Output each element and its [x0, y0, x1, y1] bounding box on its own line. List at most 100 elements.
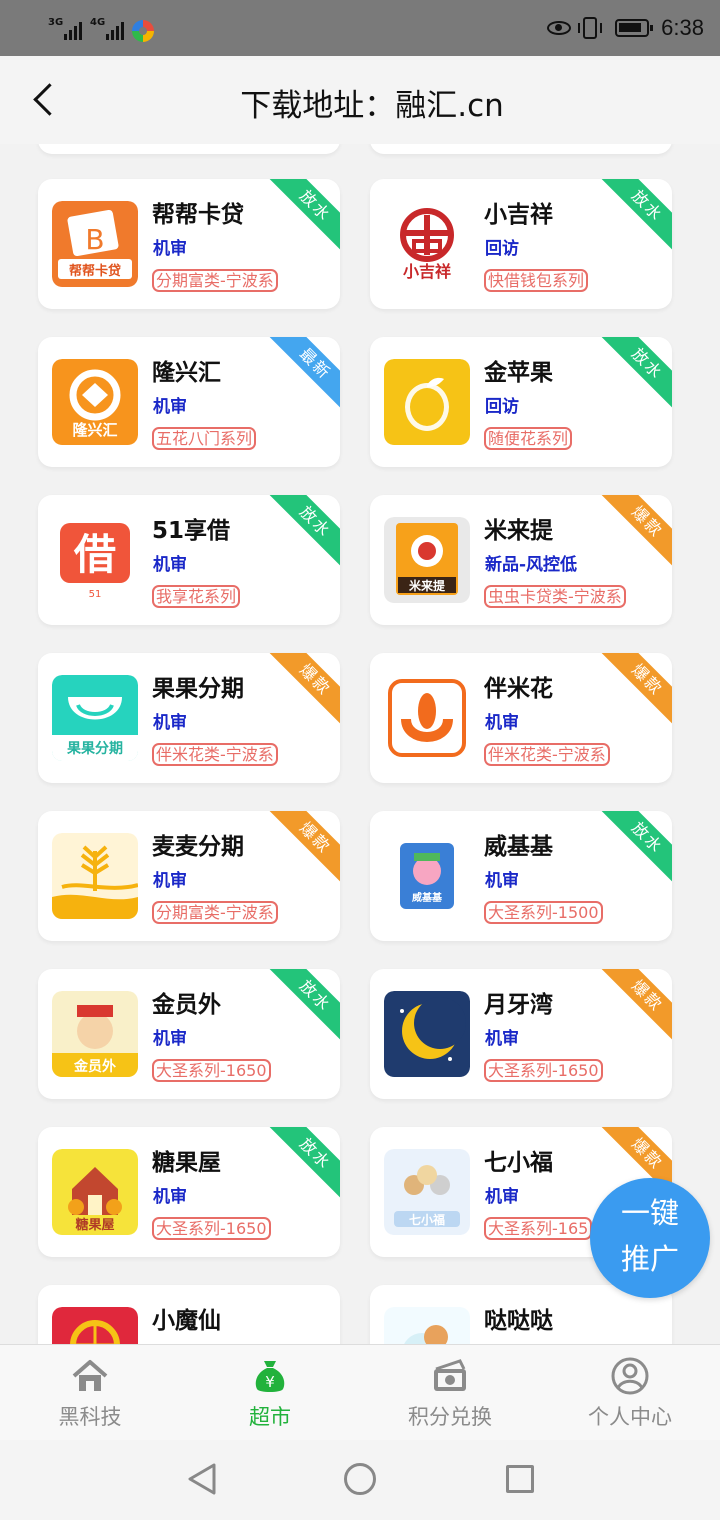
product-card[interactable]: 借 51 51享借 机审 我享花系列 放水	[38, 495, 340, 625]
review-type: 机审	[153, 239, 187, 259]
product-name: 七小福	[484, 1150, 553, 1176]
product-name: 威基基	[484, 834, 553, 860]
nav-recents-icon[interactable]	[506, 1465, 534, 1493]
series-tag: 大圣系列-1650	[152, 1217, 271, 1240]
review-type: 机审	[153, 1187, 187, 1207]
corner-ribbon: 放水	[598, 337, 672, 413]
review-type: 机审	[153, 397, 187, 417]
product-card[interactable]: 金苹果 回访 随便花系列 放水	[370, 337, 672, 467]
series-tag: 随便花系列	[484, 427, 573, 450]
corner-ribbon: 放水	[266, 179, 340, 255]
product-name: 哒哒哒	[484, 1308, 553, 1334]
product-card[interactable]: 伴米花 机审 伴米花类-宁波系 爆款	[370, 653, 672, 783]
product-name: 隆兴汇	[152, 360, 221, 386]
longxinghui-logo-icon: 隆兴汇	[52, 359, 138, 445]
review-type: 机审	[485, 713, 519, 733]
corner-ribbon: 爆款	[266, 653, 340, 729]
golden-apple-logo-icon	[384, 359, 470, 445]
product-card[interactable]: 麦麦分期 机审 分期富类-宁波系 爆款	[38, 811, 340, 941]
corner-ribbon: 爆款	[266, 811, 340, 887]
product-list[interactable]: B 帮帮卡贷 帮帮卡贷 机审 分期富类-宁波系 放水 小吉祥 小吉祥 回访 快借钱包系列 放水 隆兴汇…	[0, 144, 720, 1344]
xiaomoxian-logo-icon	[52, 1307, 138, 1344]
review-type: 机审	[485, 871, 519, 891]
guoguo-logo-icon: 果果分期	[52, 675, 138, 761]
series-tag: 大圣系列-165	[484, 1217, 593, 1240]
product-name: 51享借	[152, 518, 231, 544]
product-card[interactable]: 米来提 米来提 新品-风控低 虫虫卡贷类-宁波系 爆款	[370, 495, 672, 625]
review-type: 机审	[485, 1187, 519, 1207]
product-name: 帮帮卡贷	[152, 202, 244, 228]
fab-line-2: 推广	[620, 1242, 679, 1276]
series-tag: 快借钱包系列	[484, 269, 589, 292]
review-type: 回访	[485, 239, 519, 259]
series-tag: 虫虫卡贷类-宁波系	[484, 585, 626, 608]
status-right: 6:38	[547, 12, 704, 44]
series-tag: 我享花系列	[152, 585, 241, 608]
system-nav-bar	[0, 1440, 720, 1520]
product-card[interactable]: 果果分期 果果分期 机审 伴米花类-宁波系 爆款	[38, 653, 340, 783]
tab-supermarket[interactable]: ¥ 超市	[180, 1345, 360, 1441]
corner-ribbon: 爆款	[598, 653, 672, 729]
product-card[interactable]: 小魔仙机审大圣系列-1650	[38, 1285, 340, 1344]
product-name: 小魔仙	[152, 1308, 221, 1334]
wheat-logo-icon	[52, 833, 138, 919]
series-tag: 分期富类-宁波系	[152, 901, 278, 924]
product-name: 月牙湾	[484, 992, 553, 1018]
exchange-icon	[434, 1359, 466, 1391]
corner-ribbon: 放水	[266, 1127, 340, 1203]
qixiaofu-logo-icon: 七小福	[384, 1149, 470, 1235]
product-card[interactable]: 威基基 威基基 机审 大圣系列-1500 放水	[370, 811, 672, 941]
product-name: 小吉祥	[484, 202, 553, 228]
product-card[interactable]: 哒哒哒机审大圣系列-1650	[370, 1285, 672, 1344]
tab-label: 积分兑换	[408, 1405, 492, 1429]
svg-text:B: B	[85, 223, 104, 256]
corner-ribbon: 放水	[266, 495, 340, 571]
series-tag: 大圣系列-1650	[484, 1059, 603, 1082]
fab-line-1: 一键	[620, 1196, 679, 1230]
clock: 6:38	[661, 15, 704, 40]
svg-text:果果分期: 果果分期	[66, 741, 123, 757]
series-tag: 大圣系列-1650	[152, 1059, 271, 1082]
review-type: 机审	[153, 1029, 187, 1049]
51xiangjie-logo-icon: 借 51	[52, 517, 138, 603]
review-type: 回访	[485, 397, 519, 417]
product-card[interactable]: 金员外 金员外 机审 大圣系列-1650 放水	[38, 969, 340, 1099]
product-name: 果果分期	[152, 676, 244, 702]
svg-text:51: 51	[89, 589, 102, 600]
list-item-partial[interactable]	[370, 144, 672, 154]
series-tag: 大圣系列-1500	[484, 901, 603, 924]
product-card[interactable]: B 帮帮卡贷 帮帮卡贷 机审 分期富类-宁波系 放水	[38, 179, 340, 309]
product-card[interactable]: 小吉祥 小吉祥 回访 快借钱包系列 放水	[370, 179, 672, 309]
svg-text:小吉祥: 小吉祥	[403, 262, 451, 281]
nav-home-icon[interactable]	[344, 1463, 376, 1495]
review-type: 新品-风控低	[485, 555, 578, 575]
svg-text:金员外: 金员外	[73, 1058, 116, 1075]
tab-points-exchange[interactable]: 积分兑换	[360, 1345, 540, 1441]
product-card[interactable]: 隆兴汇 隆兴汇 机审 五花八门系列 最新	[38, 337, 340, 467]
product-card[interactable]: 糖果屋 糖果屋 机审 大圣系列-1650 放水	[38, 1127, 340, 1257]
page-title: 下载地址：融汇.cn	[240, 88, 504, 124]
eye-icon	[547, 21, 572, 35]
review-type: 机审	[485, 1029, 519, 1049]
bottom-tab-bar: 黑科技 ¥ 超市 积分兑换 个人中心	[0, 1344, 720, 1440]
product-name: 伴米花	[484, 676, 553, 702]
status-left: 3G 4G	[48, 14, 154, 42]
list-item-partial[interactable]	[38, 144, 340, 154]
series-tag: 分期富类-宁波系	[152, 269, 278, 292]
network-type-2: 4G	[90, 17, 106, 28]
money-bag-icon: ¥	[255, 1361, 285, 1392]
app-notification-icon	[132, 20, 154, 42]
tab-profile[interactable]: 个人中心	[540, 1345, 720, 1441]
nav-back-icon[interactable]	[186, 1462, 218, 1496]
review-type: 机审	[153, 871, 187, 891]
vibrate-icon	[578, 17, 603, 39]
svg-text:隆兴汇: 隆兴汇	[72, 421, 117, 439]
svg-text:¥: ¥	[265, 1373, 275, 1391]
one-click-promote-button[interactable]: 一键 推广	[590, 1178, 710, 1298]
svg-text:糖果屋: 糖果屋	[75, 1217, 114, 1233]
svg-text:七小福: 七小福	[409, 1212, 445, 1227]
product-name: 米来提	[484, 518, 553, 544]
product-card[interactable]: 月牙湾 机审 大圣系列-1650 爆款	[370, 969, 672, 1099]
tab-black-tech[interactable]: 黑科技	[0, 1345, 180, 1441]
svg-text:威基基: 威基基	[412, 891, 443, 904]
